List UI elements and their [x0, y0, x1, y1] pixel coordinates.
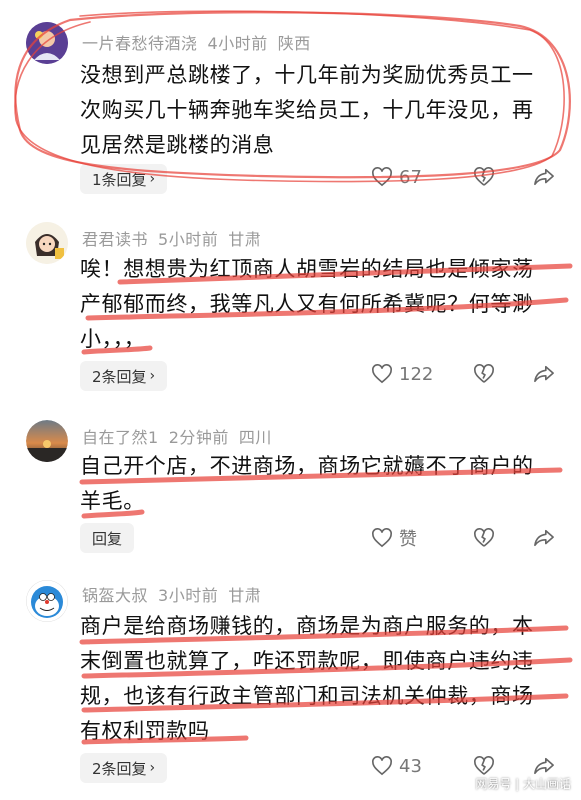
- like-count: 122: [399, 363, 434, 385]
- reply-label: 1条回复: [92, 170, 147, 189]
- comment-text: 没想到严总跳楼了，十几年前为奖励优秀员工一次购买几十辆奔驰车奖给员工，十几年没见…: [80, 63, 534, 157]
- location: 甘肃: [228, 230, 262, 249]
- like-count: 43: [399, 755, 422, 777]
- timestamp: 3小时前: [158, 586, 219, 605]
- dislike-button[interactable]: [473, 363, 495, 385]
- username[interactable]: 锅盔大叔: [82, 586, 148, 605]
- reply-label: 2条回复: [92, 759, 147, 778]
- share-button[interactable]: [533, 166, 555, 188]
- dislike-button[interactable]: [473, 527, 495, 549]
- reply-button[interactable]: 回复: [80, 523, 135, 553]
- avatar[interactable]: [26, 580, 68, 622]
- chevron-right-icon: ›: [149, 760, 156, 776]
- share-icon: [534, 529, 554, 547]
- reply-button[interactable]: 1条回复 ›: [80, 164, 168, 194]
- comment-actions: 67: [371, 166, 555, 188]
- username[interactable]: 一片春愁待酒浇: [82, 34, 198, 53]
- share-button[interactable]: [533, 755, 555, 777]
- username[interactable]: 君君读书: [82, 230, 148, 249]
- share-icon: [534, 757, 554, 775]
- share-button[interactable]: [533, 527, 555, 549]
- reply-label: 回复: [92, 529, 123, 548]
- timestamp: 2分钟前: [168, 428, 229, 447]
- comment-meta: 君君读书 5小时前 甘肃: [82, 226, 271, 250]
- location: 甘肃: [228, 586, 262, 605]
- broken-heart-icon: [474, 528, 494, 547]
- avatar[interactable]: [26, 222, 68, 264]
- avatar[interactable]: [26, 420, 68, 462]
- reply-label: 2条回复: [92, 367, 147, 386]
- broken-heart-icon: [474, 756, 494, 775]
- heart-icon: [372, 756, 392, 776]
- like-count: 赞: [399, 529, 417, 550]
- like-button[interactable]: 122: [371, 364, 463, 385]
- username[interactable]: 自在了然1: [82, 428, 159, 447]
- comment-actions: 赞: [371, 525, 555, 551]
- comment-meta: 一片春愁待酒浇 4小时前 陕西: [82, 30, 321, 54]
- watermark: 网易号 | 大山画话: [475, 777, 571, 791]
- heart-icon: [372, 528, 392, 548]
- comment-text: 商户是给商场赚钱的，商场是为商户服务的，本末倒置也就算了，咋还罚款呢，即使商户违…: [80, 614, 534, 743]
- like-button[interactable]: 43: [371, 756, 463, 777]
- chevron-right-icon: ›: [149, 368, 156, 384]
- comment-meta: 自在了然1 2分钟前 四川: [82, 424, 282, 448]
- reply-button[interactable]: 2条回复 ›: [80, 753, 168, 783]
- like-count: 67: [399, 166, 422, 188]
- share-icon: [534, 168, 554, 186]
- heart-icon: [372, 364, 392, 384]
- like-button[interactable]: 赞: [371, 525, 463, 551]
- comment-meta: 锅盔大叔 3小时前 甘肃: [82, 582, 271, 606]
- heart-icon: [372, 167, 392, 187]
- dislike-button[interactable]: [473, 755, 495, 777]
- comment-text: 唉！想想贵为红顶商人胡雪岩的结局也是倾家荡产郁郁而终，我等凡人又有何所希冀呢？何…: [80, 257, 534, 351]
- like-button[interactable]: 67: [371, 167, 463, 188]
- chevron-right-icon: ›: [149, 171, 156, 187]
- dislike-button[interactable]: [473, 166, 495, 188]
- broken-heart-icon: [474, 167, 494, 186]
- location: 四川: [238, 428, 272, 447]
- share-icon: [534, 365, 554, 383]
- share-button[interactable]: [533, 363, 555, 385]
- comment-text: 自己开个店，不进商场，商场它就薅不了商户的羊毛。: [80, 454, 534, 513]
- timestamp: 4小时前: [207, 34, 268, 53]
- comment-actions: 43: [371, 755, 555, 777]
- avatar[interactable]: [26, 22, 68, 64]
- timestamp: 5小时前: [158, 230, 219, 249]
- location: 陕西: [277, 34, 311, 53]
- comment-actions: 122: [371, 363, 555, 385]
- reply-button[interactable]: 2条回复 ›: [80, 361, 168, 391]
- broken-heart-icon: [474, 364, 494, 383]
